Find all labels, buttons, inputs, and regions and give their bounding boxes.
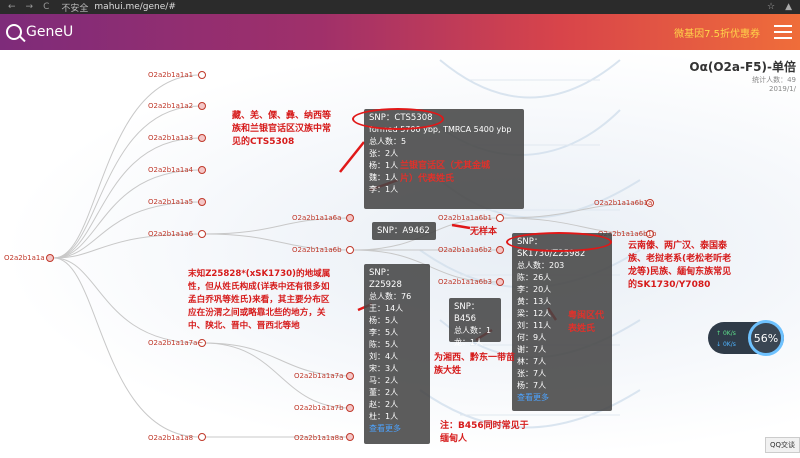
popup-row: 陈：5人 (369, 340, 399, 349)
tree-node-a6[interactable] (198, 230, 206, 238)
popup-row: 杜：1人 (369, 412, 399, 421)
tree-label-a2: O2a2b1a1a2 (148, 102, 193, 110)
tree-label-a6b1a: O2a2b1a1a6b1a (594, 199, 652, 207)
tree-label-a6b: O2a2b1a1a6b (292, 246, 342, 254)
tree-node-a8a[interactable] (346, 433, 354, 441)
popup-row: 林：7人 (517, 357, 547, 366)
tree-node-a4[interactable] (198, 166, 206, 174)
popup-more-link[interactable]: 查看更多 (369, 423, 425, 435)
popup-total: 总人数：76 (369, 292, 412, 301)
tree-node-a8[interactable] (198, 433, 206, 441)
annotation-sk1730: 云南傣、两广汉、泰国泰 族、老挝老系(老松老听老 龙等)民族、緬甸东族常见 的S… (628, 241, 732, 290)
highlight-ellipse-cts5308 (352, 108, 444, 130)
annotation-xiangxi: 为湘西、黔东一带苗 族大姓 (434, 353, 516, 376)
popup-row: 谢：7人 (517, 345, 547, 354)
tree-label-a3: O2a2b1a1a3 (148, 134, 193, 142)
annotation-cts: 藏、羌、傈、彝、纳西等 族和兰银官话区汉族中常 见的CTS5308 (232, 111, 332, 147)
tree-label-a6b1: O2a2b1a1a6b1 (438, 214, 492, 222)
arrow-wuyangben (451, 223, 471, 230)
popup-total: 总人数：1 (454, 326, 492, 335)
usage-gauge: 56% (748, 320, 784, 356)
popup-z25928: SNP：Z25928 总人数：76 王：14人 杨：5人 李：5人 陈：5人 刘… (364, 264, 430, 444)
popup-row: 陈：26人 (517, 273, 552, 282)
popup-row: 李：5人 (369, 328, 399, 337)
tree-node-a5[interactable] (198, 198, 206, 206)
popup-row: 刘：4人 (369, 352, 399, 361)
tree-label-a6b3: O2a2b1a1a6b3 (438, 278, 492, 286)
tree-label-a8: O2a2b1a1a8 (148, 434, 193, 442)
tree-node-root[interactable] (46, 254, 54, 262)
tree-label-a7a: O2a2b1a1a7a (294, 372, 343, 380)
tree-node-a2[interactable] (198, 102, 206, 110)
popup-snp: SNP：Z25928 (369, 268, 402, 290)
tree-label-a7: O2a2b1a1a7a~ (148, 339, 203, 347)
tree-label-a6a: O2a2b1a1a6a (292, 214, 341, 222)
popup-row: 赵：2人 (369, 400, 399, 409)
popup-b456: SNP：B456 总人数：1 龙：1人 (449, 298, 501, 347)
popup-row: 张：2人 (369, 149, 399, 158)
tree-label-a7b: O2a2b1a1a7b (294, 404, 344, 412)
annotation-b456: 注：B456同时常见于 缅甸人 (440, 421, 529, 444)
tree-label-a8a: O2a2b1a1a8a (294, 434, 343, 442)
popup-row: 黄：13人 (517, 297, 552, 306)
annotation-lanyin: 兰银官话区（尤其金城 片）代表姓氏 (400, 161, 491, 184)
popup-row: 杨：5人 (369, 316, 399, 325)
tree-label-root: O2a2b1a1a (4, 254, 45, 262)
tree-node-a6b[interactable] (346, 246, 354, 254)
popup-row: 杨：7人 (517, 381, 547, 390)
tree-node-a6b3[interactable] (496, 278, 504, 286)
tree-label-a4: O2a2b1a1a4 (148, 166, 194, 174)
popup-row: 龙：1人 (454, 338, 484, 347)
tree-node-a6b2[interactable] (496, 246, 504, 254)
download-rate: ↓ 0K/s (716, 341, 736, 348)
network-speed-widget[interactable]: ↑ 0K/s ↓ 0K/s 56% (708, 320, 784, 356)
popup-row: 张：7人 (517, 369, 547, 378)
popup-a9462: SNP：A9462 (372, 222, 436, 240)
tree-node-a6a[interactable] (346, 214, 354, 222)
popup-snp: SNP：B456 (454, 302, 480, 324)
upload-rate: ↑ 0K/s (716, 330, 736, 337)
popup-row: 宋：3人 (369, 364, 399, 373)
tree-node-a6b1[interactable] (496, 214, 504, 222)
tree-label-a6: O2a2b1a1a6 (148, 230, 194, 238)
popup-more-link[interactable]: 查看更多 (517, 392, 607, 404)
tree-label-a6b2: O2a2b1a1a6b2 (438, 246, 492, 254)
popup-row: 董：2人 (369, 388, 399, 397)
tree-node-a1[interactable] (198, 71, 206, 79)
popup-total: 总人数：203 (517, 261, 565, 270)
qq-chat-button[interactable]: QQ交谈 (764, 437, 800, 453)
tree-node-a7a[interactable] (346, 372, 354, 380)
popup-row: 马：2人 (369, 376, 399, 385)
popup-total: 总人数：5 (369, 137, 407, 146)
highlight-ellipse-sk1730 (506, 232, 612, 252)
tree-label-a5: O2a2b1a1a5 (148, 198, 193, 206)
annotation-wuyangben: 无样本 (470, 227, 498, 237)
tree-node-a7b[interactable] (346, 404, 354, 412)
popup-row: 李：20人 (517, 285, 552, 294)
annotation-z25928: 末知Z25828*(xSK1730)的地域属 性，但从姓氏构成(详表中还有很多如… (188, 269, 331, 331)
tree-node-a3[interactable] (198, 134, 206, 142)
popup-row: 王：14人 (369, 304, 404, 313)
tree-label-a1: O2a2b1a1a1 (148, 71, 193, 79)
arrow-cts (339, 141, 365, 173)
popup-snp: SNP：A9462 (377, 226, 430, 236)
speed-rates: ↑ 0K/s ↓ 0K/s (716, 328, 736, 350)
annotation-yuejiang: 粤闽区代 表姓氏 (568, 311, 605, 334)
